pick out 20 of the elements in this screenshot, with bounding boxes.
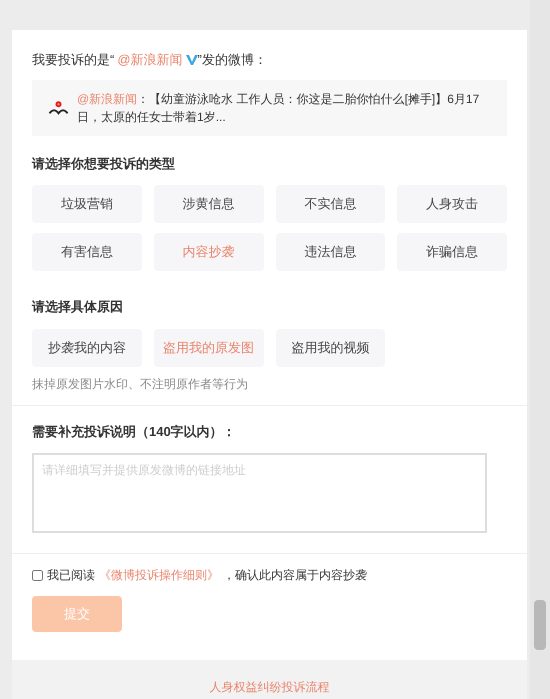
complaint-target-text: 我要投诉的是“ @新浪新闻 ”发的微博： (32, 51, 268, 69)
section-title: 请选择具体原因 (32, 298, 124, 316)
option-button[interactable]: 抄袭我的内容 (32, 328, 142, 366)
option-button[interactable]: 违法信息 (276, 233, 386, 271)
agree-checkbox[interactable] (32, 570, 43, 580)
scrollbar[interactable] (530, 0, 550, 699)
agreement-text: ，确认此内容属于内容抄袭 (223, 567, 367, 584)
option-button[interactable]: 垃圾营销 (32, 185, 142, 223)
option-button[interactable]: 涉黄信息 (154, 185, 264, 223)
post-excerpt: @新浪新闻：【幼童游泳呛水 工作人员：你这是二胎你怕什么[摊手]】6月17日，太原的任女士带着1岁... (77, 90, 480, 126)
section-title: 需要补充投诉说明（140字以内）： (32, 422, 237, 440)
option-button[interactable]: 诈骗信息 (397, 233, 507, 271)
option-button[interactable]: 不实信息 (276, 185, 386, 223)
verified-v-icon (186, 54, 198, 66)
option-button[interactable]: 人身攻击 (397, 185, 507, 223)
hint-text: 抹掉原发图片水印、不注明原作者等行为 (32, 376, 249, 392)
section-title: 请选择你想要投诉的类型 (32, 154, 176, 172)
agreement-text: 我已阅读 (47, 567, 95, 584)
option-button[interactable]: 有害信息 (32, 233, 142, 271)
option-button[interactable]: 盗用我的视频 (276, 328, 386, 366)
